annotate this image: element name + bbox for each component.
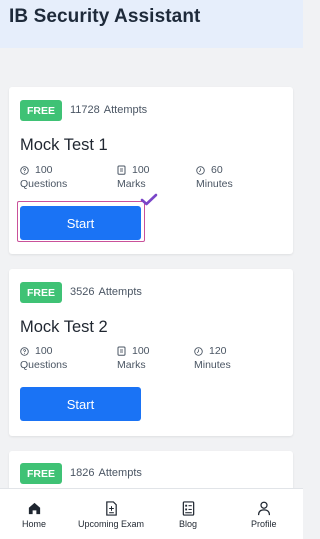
profile-icon	[257, 501, 270, 516]
nav-item-blog[interactable]: Blog	[179, 501, 197, 529]
questions-stat: 100 Questions	[20, 345, 68, 371]
nav-item-home[interactable]: Home	[22, 501, 46, 529]
nav-label: Blog	[179, 519, 198, 529]
marks-stat: 100 Marks	[117, 164, 150, 190]
minutes-stat: 120 Minutes	[194, 345, 231, 371]
blog-icon	[182, 501, 194, 516]
page-title: IB Security Assistant	[9, 6, 201, 27]
attempts-count: 11728 Attempts	[70, 104, 148, 116]
attempts-count: 1826 Attempts	[70, 467, 142, 479]
exam-icon	[105, 501, 117, 516]
free-badge: FREE	[20, 100, 62, 121]
test-title: Mock Test 1	[20, 136, 108, 154]
test-title: Mock Test 2	[20, 318, 108, 336]
check-icon	[140, 193, 158, 206]
attempts-count: 3526 Attempts	[70, 286, 142, 298]
mock-test-card: FREE 3526 Attempts Mock Test 2 100 Questi…	[9, 269, 293, 436]
bottom-nav: Home Upcoming Exam Blog Profile	[0, 488, 303, 539]
clock-icon	[194, 346, 203, 356]
start-button[interactable]: Start	[20, 387, 141, 421]
nav-label: Upcoming Exam	[78, 519, 145, 529]
home-icon	[28, 502, 40, 515]
question-icon	[20, 165, 29, 175]
free-badge: FREE	[20, 282, 62, 303]
clock-icon	[196, 165, 205, 175]
nav-label: Home	[22, 519, 47, 529]
marks-icon	[117, 165, 126, 175]
nav-label: Profile	[251, 519, 277, 529]
question-icon	[20, 346, 29, 356]
nav-item-profile[interactable]: Profile	[251, 501, 277, 529]
questions-stat: 100 Questions	[20, 164, 68, 190]
marks-icon	[117, 346, 126, 356]
selection-highlight	[17, 201, 145, 242]
marks-stat: 100 Marks	[117, 345, 150, 371]
app-header: IB Security Assistant	[0, 0, 303, 48]
free-badge: FREE	[20, 463, 62, 484]
nav-item-upcoming-exam[interactable]: Upcoming Exam	[78, 501, 144, 529]
mock-test-card: FREE 11728 Attempts Mock Test 1 100 Quest…	[9, 87, 293, 254]
minutes-stat: 60 Minutes	[196, 164, 233, 190]
